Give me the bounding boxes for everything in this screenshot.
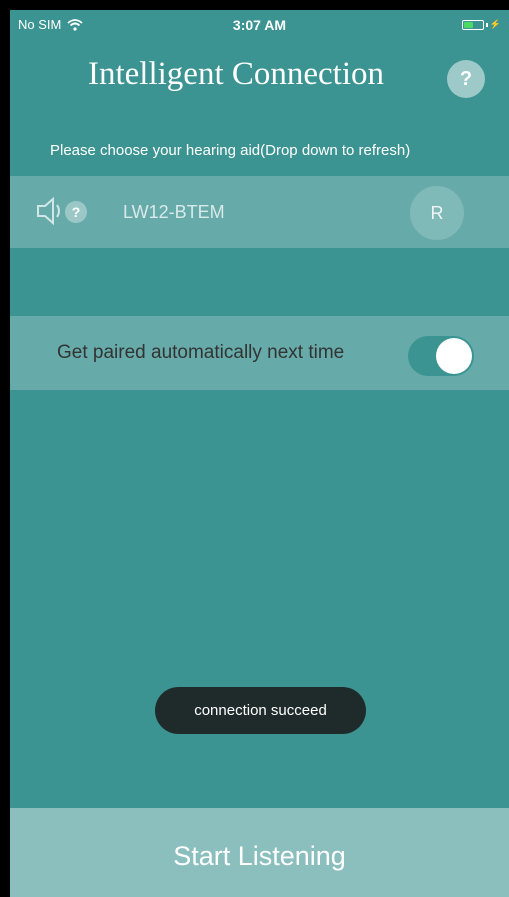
charging-icon: ⚡: [489, 19, 501, 29]
auto-pair-toggle[interactable]: [408, 336, 474, 376]
auto-pair-label: Get paired automatically next time: [57, 342, 345, 363]
device-name: LW12-BTEM: [123, 202, 225, 222]
side-indicator-badge: R: [410, 186, 464, 240]
unknown-status-icon: ?: [65, 201, 87, 223]
auto-pair-row: Get paired automatically next time: [10, 316, 509, 390]
battery-icon: ⚡: [461, 19, 501, 30]
app-screen: No SIM 3:07 AM ⚡ Intelligent Connection …: [10, 10, 509, 897]
toast-message: connection succeed: [155, 687, 366, 734]
speaker-icon: [37, 196, 60, 226]
status-time: 3:07 AM: [232, 17, 287, 33]
device-list-item[interactable]: ? LW12-BTEM R: [10, 176, 509, 248]
hint-text: Please choose your hearing aid(Drop down…: [50, 142, 411, 159]
header: Intelligent Connection ?: [10, 52, 509, 102]
start-listening-button[interactable]: Start Listening: [10, 808, 509, 897]
help-button[interactable]: ?: [447, 60, 485, 98]
status-bar: No SIM 3:07 AM ⚡: [10, 10, 509, 40]
toggle-knob: [436, 338, 472, 374]
page-title: Intelligent Connection: [88, 56, 385, 92]
